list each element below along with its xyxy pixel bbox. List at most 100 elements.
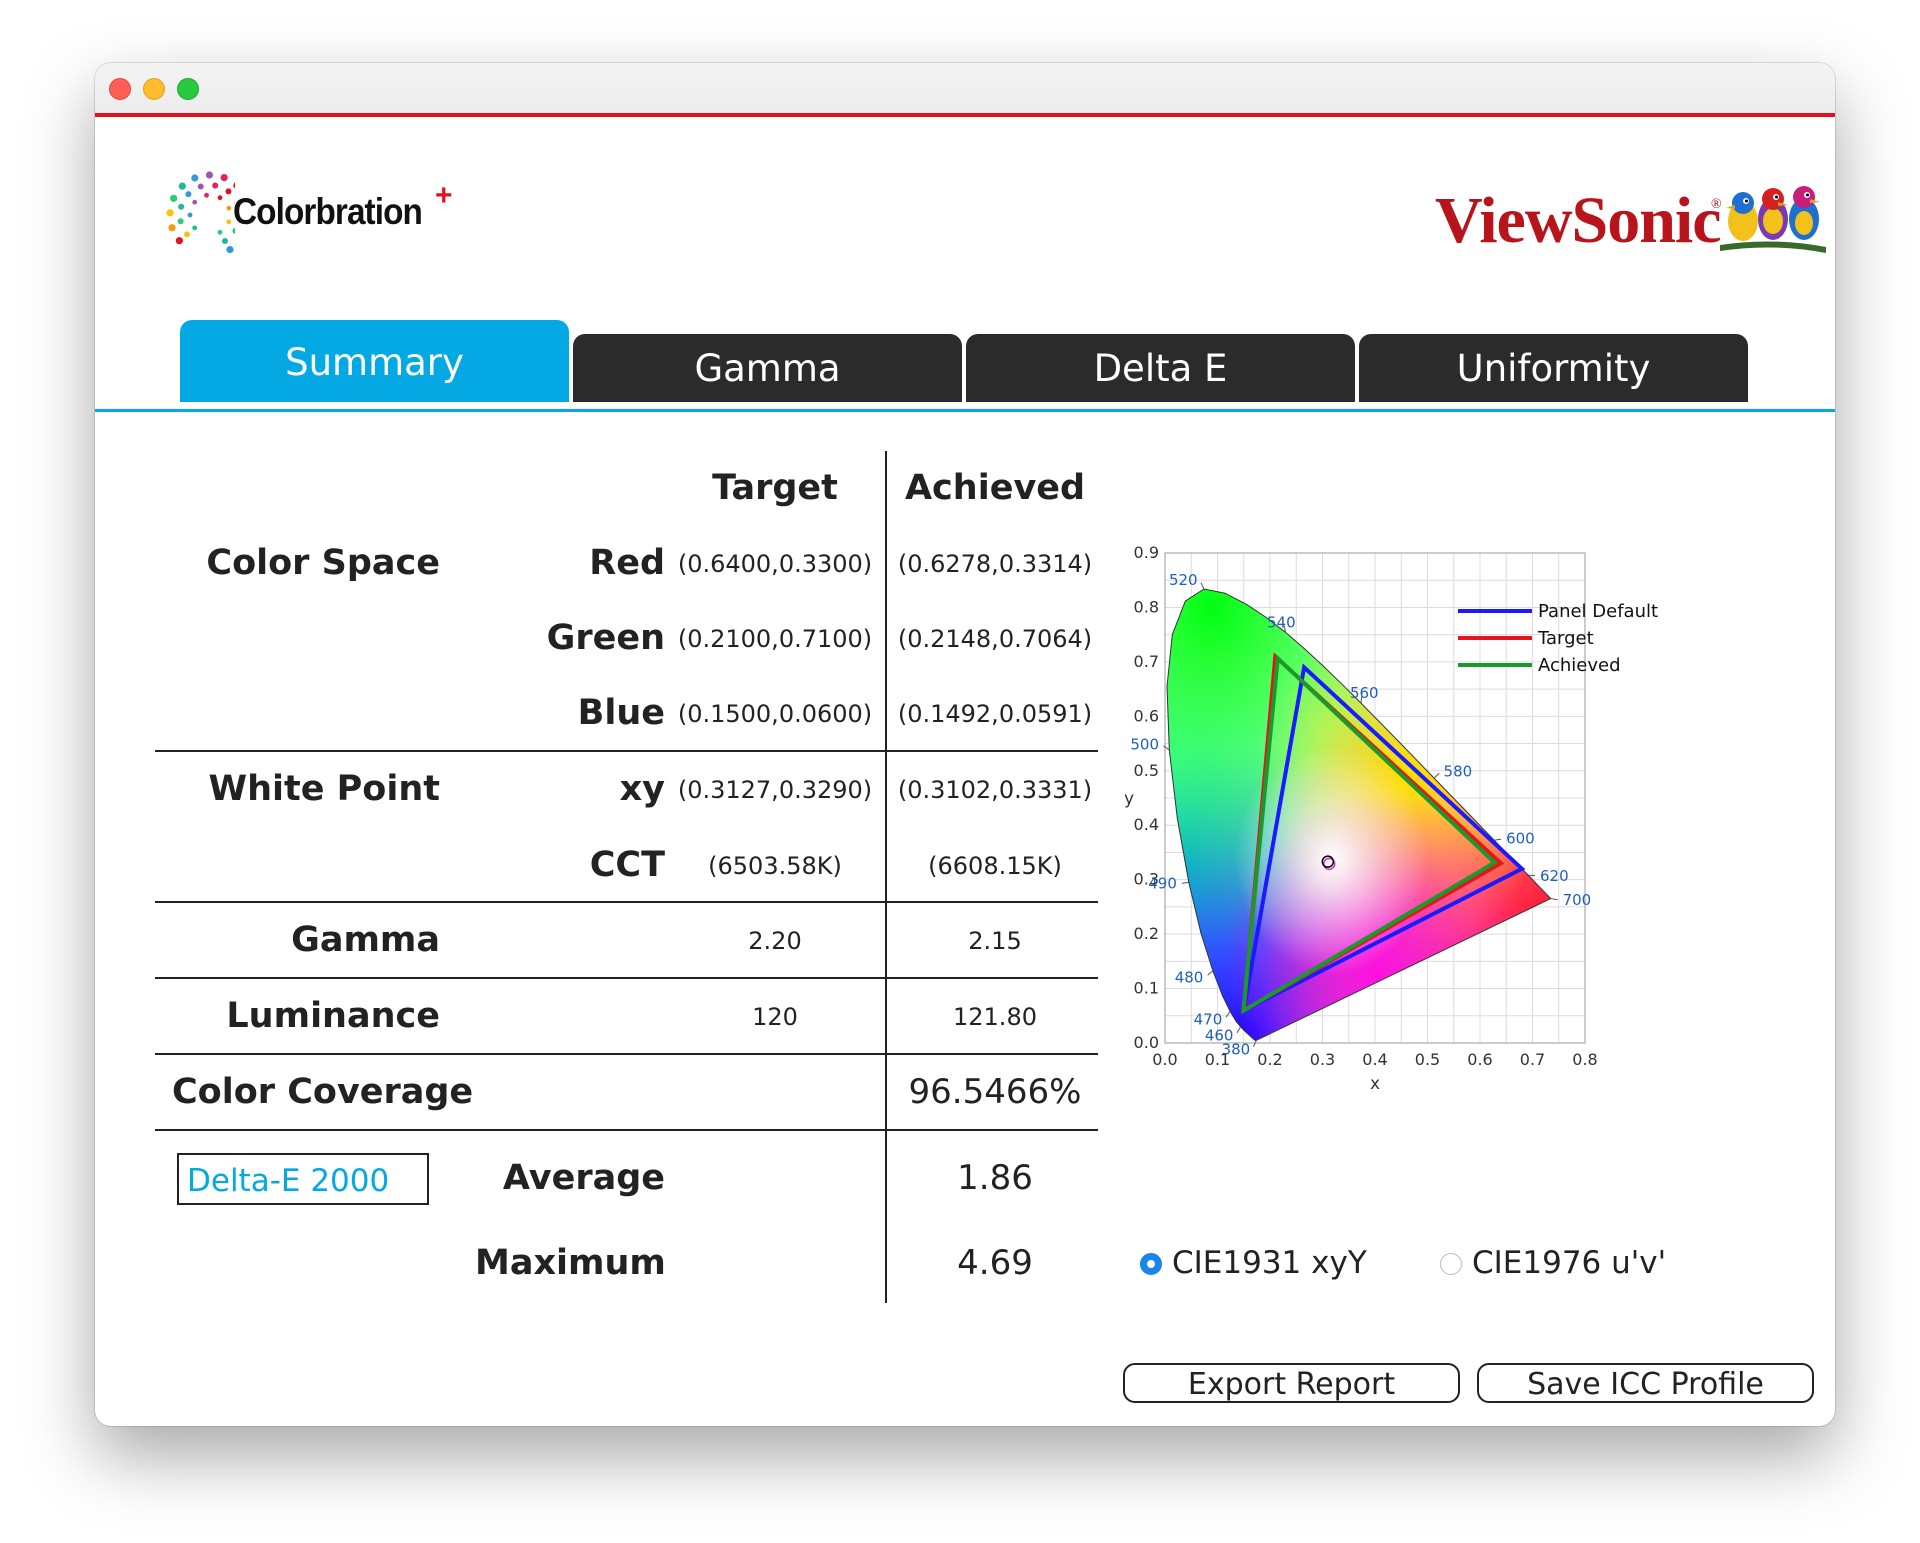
green-label: Green: [546, 618, 665, 658]
red-label: Red: [589, 543, 665, 583]
header-divider: [95, 113, 1835, 117]
wavelength-tick: [1225, 1011, 1231, 1018]
cie-diagram: 520540560580600620700500490480470460380 …: [1124, 543, 1658, 1094]
white-point-label: White Point: [208, 769, 440, 809]
wavelength-label: 480: [1175, 968, 1204, 986]
save-icc-profile-button[interactable]: Save ICC Profile: [1477, 1363, 1814, 1403]
maximum-label: Maximum: [475, 1243, 666, 1283]
header-target: Target: [712, 468, 838, 508]
tab-gamma[interactable]: Gamma: [573, 334, 962, 402]
red-achieved-value: (0.6278,0.3314): [897, 550, 1093, 578]
x-tick-label: 0.3: [1310, 1050, 1335, 1069]
color-space-label: Color Space: [206, 543, 440, 583]
row-divider: [155, 1129, 1098, 1131]
wavelength-tick: [1433, 773, 1440, 779]
green-achieved-value: (0.2148,0.7064): [897, 625, 1093, 653]
color-coverage-label: Color Coverage: [172, 1072, 474, 1112]
minimize-window-button[interactable]: [143, 78, 165, 100]
tab-delta-e[interactable]: Delta E: [966, 334, 1355, 402]
color-coverage-value: 96.5466%: [908, 1072, 1082, 1112]
close-window-button[interactable]: [109, 78, 131, 100]
chart-legend: Panel Default Target Achieved: [1458, 601, 1658, 676]
colorbration-logo-text: Colorbration: [233, 191, 423, 232]
column-divider: [885, 451, 887, 1303]
y-tick-label: 0.0: [1134, 1033, 1159, 1052]
luminance-achieved-value: 121.80: [953, 1003, 1037, 1031]
x-tick-label: 0.2: [1257, 1050, 1282, 1069]
row-divider: [155, 977, 1098, 979]
gamma-label: Gamma: [291, 920, 440, 960]
title-bar: [95, 63, 1835, 113]
y-tick-label: 0.4: [1134, 815, 1159, 834]
x-tick-label: 0.4: [1362, 1050, 1387, 1069]
zoom-window-button[interactable]: [177, 78, 199, 100]
tab-underline: [95, 409, 1835, 412]
wavelength-tick: [1550, 898, 1558, 901]
viewsonic-logo-text: ViewSonic: [1435, 184, 1722, 257]
radio-cie1931-label: CIE1931 xyY: [1172, 1245, 1367, 1281]
x-tick-label: 0.1: [1205, 1050, 1230, 1069]
tab-bar: Summary Gamma Delta E Uniformity: [95, 320, 1835, 475]
viewsonic-birds-icon: [1720, 186, 1826, 253]
cct-target-value: (6503.58K): [708, 852, 842, 880]
wavelength-label: 700: [1563, 891, 1592, 909]
row-divider: [155, 1053, 1098, 1055]
tab-summary[interactable]: Summary: [180, 320, 569, 402]
y-tick-label: 0.6: [1134, 706, 1159, 725]
wavelength-tick: [1200, 582, 1205, 590]
radio-selected-icon[interactable]: [1140, 1253, 1162, 1275]
x-tick-label: 0.5: [1415, 1050, 1440, 1069]
row-divider: [155, 901, 1098, 903]
y-tick-label: 0.7: [1134, 652, 1159, 671]
wavelength-label: 600: [1506, 830, 1535, 848]
radio-cie1976-label: CIE1976 u'v': [1472, 1245, 1667, 1281]
luminance-target-value: 120: [752, 1003, 798, 1031]
legend-label: Panel Default: [1538, 601, 1658, 622]
tab-uniformity[interactable]: Uniformity: [1359, 334, 1748, 402]
wavelength-tick: [1207, 970, 1214, 976]
y-tick-label: 0.3: [1134, 870, 1159, 889]
luminance-label: Luminance: [226, 996, 440, 1036]
header-achieved: Achieved: [904, 468, 1086, 508]
cct-label: CCT: [589, 845, 665, 885]
app-window: Colorbration + ViewSonic ® Summary Gamma: [95, 63, 1835, 1426]
white-point-xy-target: (0.3127,0.3290): [677, 776, 873, 804]
gamut-color-fill: [1167, 589, 1551, 1041]
y-axis-label: y: [1124, 789, 1134, 809]
cct-achieved-value: (6608.15K): [928, 852, 1062, 880]
wavelength-tick: [1181, 881, 1189, 884]
row-divider: [155, 750, 1098, 752]
maximum-value: 4.69: [957, 1243, 1033, 1283]
y-tick-label: 0.1: [1134, 979, 1159, 998]
chromaticity-chart: 520 540 560 580 600 620 700 500 490 480 470 460 380 …: [1115, 523, 1815, 1163]
xy-label: xy: [619, 769, 665, 809]
viewsonic-logo: ViewSonic ®: [1435, 171, 1826, 271]
red-target-value: (0.6400,0.3300): [677, 550, 873, 578]
y-tick-label: 0.2: [1134, 924, 1159, 943]
y-tick-label: 0.8: [1134, 597, 1159, 616]
average-label: Average: [502, 1158, 665, 1198]
colorbration-plus-mark: +: [435, 179, 453, 212]
wavelength-tick: [1163, 745, 1170, 751]
legend-label: Achieved: [1538, 655, 1621, 676]
wavelength-label: 540: [1267, 614, 1296, 632]
export-report-button[interactable]: Export Report: [1123, 1363, 1460, 1403]
x-tick-label: 0.0: [1152, 1050, 1177, 1069]
y-tick-label: 0.9: [1134, 543, 1159, 562]
x-tick-label: 0.7: [1520, 1050, 1545, 1069]
radio-unselected-icon[interactable]: [1440, 1253, 1462, 1275]
legend-label: Target: [1537, 628, 1594, 649]
wavelength-label: 620: [1540, 867, 1569, 885]
white-point-xy-achieved: (0.3102,0.3331): [897, 776, 1093, 804]
wavelength-label: 500: [1130, 735, 1159, 753]
wavelength-tick: [1494, 838, 1502, 841]
blue-achieved-value: (0.1492,0.0591): [897, 700, 1093, 728]
delta-e-formula-select[interactable]: Delta-E 2000: [177, 1153, 429, 1205]
x-axis-label: x: [1370, 1074, 1380, 1094]
y-tick-label: 0.5: [1134, 761, 1159, 780]
colorbration-dots-icon: [166, 171, 235, 254]
gamma-achieved-value: 2.15: [968, 927, 1022, 955]
gamma-target-value: 2.20: [748, 927, 802, 955]
x-tick-label: 0.8: [1572, 1050, 1597, 1069]
x-tick-label: 0.6: [1467, 1050, 1492, 1069]
